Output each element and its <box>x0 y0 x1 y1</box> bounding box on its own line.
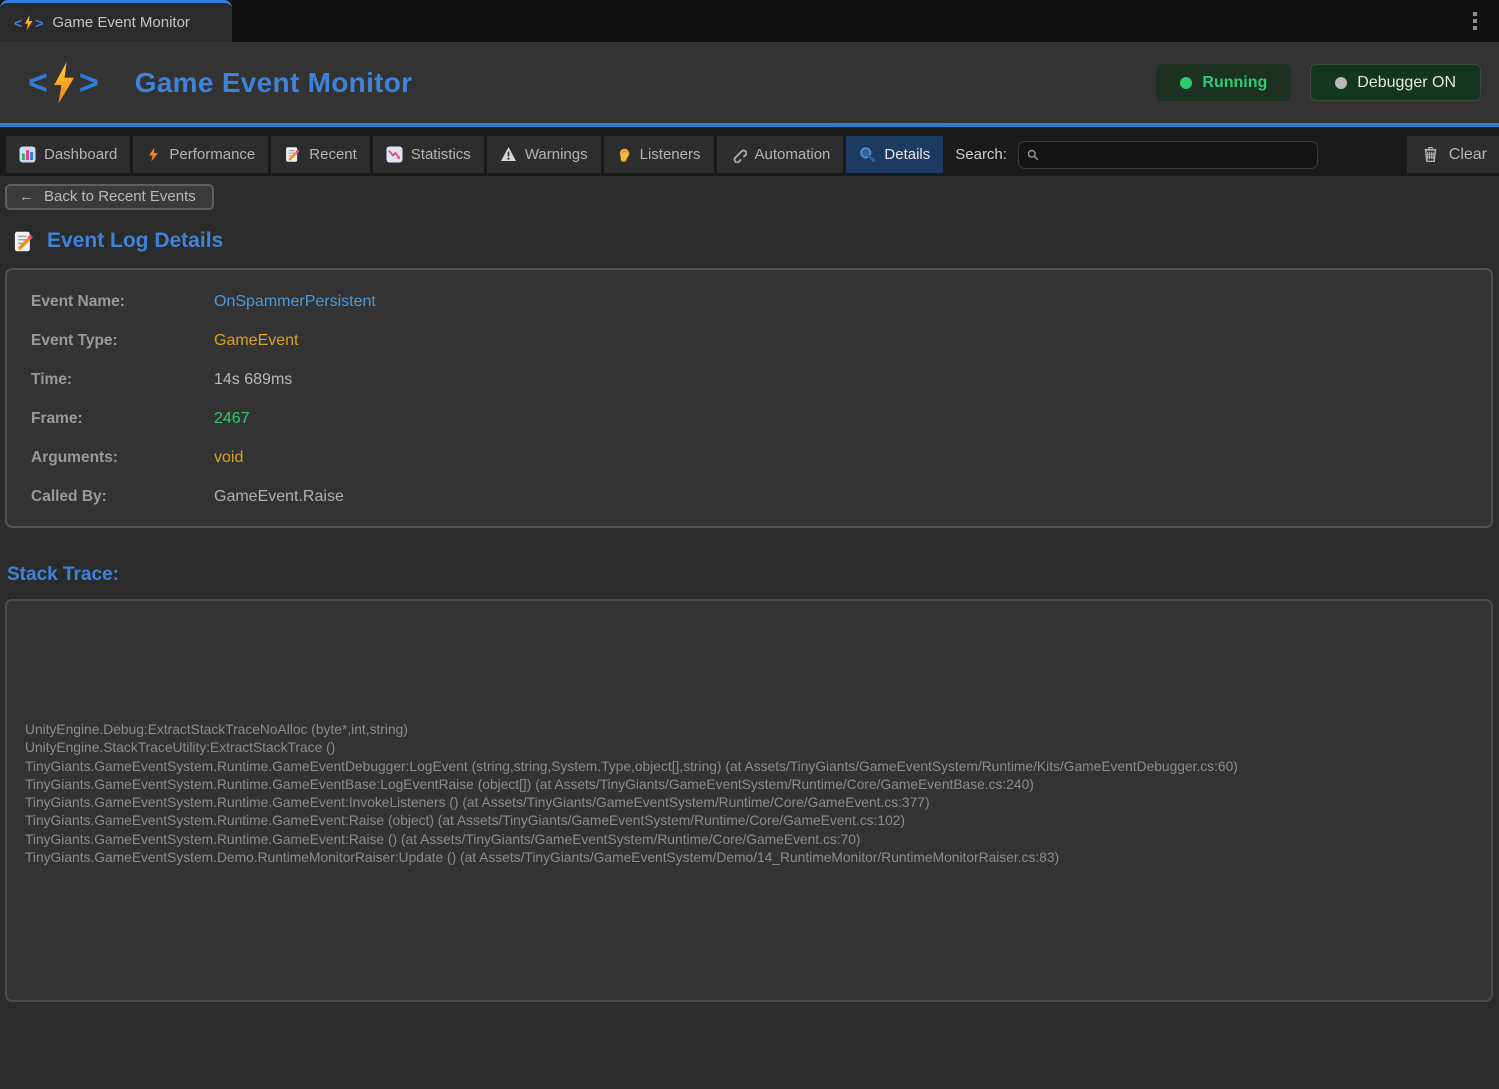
arguments-value: void <box>214 449 1471 467</box>
gray-dot-icon <box>1335 77 1347 89</box>
stack-trace-line: UnityEngine.StackTraceUtility:ExtractSta… <box>25 739 1471 757</box>
time-value: 14s 689ms <box>214 371 1471 389</box>
trash-icon <box>1421 145 1440 164</box>
app-header: < > Game Event Monitor Running Debugger … <box>0 42 1499 127</box>
stack-trace-line: TinyGiants.GameEventSystem.Runtime.GameE… <box>25 831 1471 849</box>
event-name-value: OnSpammerPersistent <box>214 293 1471 311</box>
search-field-wrap <box>1018 136 1318 173</box>
tab-recent[interactable]: Recent <box>271 136 370 173</box>
tab-statistics[interactable]: Statistics <box>373 136 484 173</box>
search-label: Search: <box>955 136 1007 173</box>
lightning-icon <box>23 15 34 31</box>
detail-row-time: Time: 14s 689ms <box>31 360 1471 399</box>
tab-details[interactable]: Details <box>846 136 943 173</box>
stack-trace-title: Stack Trace: <box>7 564 119 585</box>
stack-trace-line: TinyGiants.GameEventSystem.Runtime.GameE… <box>25 794 1471 812</box>
stack-trace-box[interactable]: UnityEngine.Debug:ExtractStackTraceNoAll… <box>5 599 1493 1002</box>
app-logo-icon: < > <box>14 15 43 31</box>
memo-icon <box>12 230 35 253</box>
link-icon <box>730 146 747 163</box>
green-dot-icon <box>1180 77 1192 89</box>
chart-decreasing-icon <box>386 146 403 163</box>
magnifier-icon <box>859 146 876 163</box>
detail-row-called-by: Called By: GameEvent.Raise <box>31 477 1471 516</box>
app-logo-icon: < > <box>28 62 99 104</box>
running-status-badge: Running <box>1156 64 1291 101</box>
section-header: Event Log Details <box>12 229 1493 253</box>
left-arrow-icon: ← <box>19 188 34 205</box>
tab-automation[interactable]: Automation <box>717 136 844 173</box>
search-input[interactable] <box>1018 141 1318 169</box>
frame-value: 2467 <box>214 410 1471 428</box>
detail-row-event-name: Event Name: OnSpammerPersistent <box>31 282 1471 321</box>
stack-trace-line: TinyGiants.GameEventSystem.Demo.RuntimeM… <box>25 849 1471 867</box>
detail-row-frame: Frame: 2467 <box>31 399 1471 438</box>
event-details-panel: Event Name: OnSpammerPersistent Event Ty… <box>5 268 1493 528</box>
tab-listeners[interactable]: Listeners <box>604 136 714 173</box>
memo-icon <box>284 146 301 163</box>
ear-icon <box>617 146 632 163</box>
search-icon <box>1027 149 1039 161</box>
stack-trace-line: UnityEngine.Debug:ExtractStackTraceNoAll… <box>25 721 1471 739</box>
tab-performance[interactable]: Performance <box>133 136 268 173</box>
debugger-status-badge[interactable]: Debugger ON <box>1310 64 1481 101</box>
clear-button[interactable]: Clear <box>1407 136 1499 173</box>
titlebar: < > Game Event Monitor <box>0 0 1499 42</box>
bar-chart-icon <box>19 146 36 163</box>
called-by-value: GameEvent.Raise <box>214 488 1471 506</box>
detail-row-event-type: Event Type: GameEvent <box>31 321 1471 360</box>
page-title: Game Event Monitor <box>135 67 413 99</box>
stack-trace-line: TinyGiants.GameEventSystem.Runtime.GameE… <box>25 758 1471 776</box>
tab-warnings[interactable]: Warnings <box>487 136 601 173</box>
tab-dashboard[interactable]: Dashboard <box>6 136 130 173</box>
section-title: Event Log Details <box>47 229 223 253</box>
kebab-menu-icon[interactable] <box>1469 8 1481 34</box>
tab-bar: Dashboard Performance Recent Statistic <box>0 127 1499 176</box>
window-tab[interactable]: < > Game Event Monitor <box>0 0 232 42</box>
game-event-monitor-window: < > Game Event Monitor < > <box>0 0 1499 1089</box>
window-tab-title: Game Event Monitor <box>52 14 190 31</box>
back-to-recent-events-button[interactable]: ← Back to Recent Events <box>5 184 214 210</box>
lightning-icon <box>146 146 161 163</box>
event-type-value: GameEvent <box>214 332 1471 350</box>
stack-trace-line: TinyGiants.GameEventSystem.Runtime.GameE… <box>25 812 1471 830</box>
stack-trace-header: Stack Trace: <box>7 564 1493 586</box>
detail-row-arguments: Arguments: void <box>31 438 1471 477</box>
stack-trace-line: TinyGiants.GameEventSystem.Runtime.GameE… <box>25 776 1471 794</box>
details-page: ← Back to Recent Events Event Log Detail… <box>0 176 1499 1089</box>
warning-triangle-icon <box>500 146 517 163</box>
lightning-icon <box>50 62 77 104</box>
